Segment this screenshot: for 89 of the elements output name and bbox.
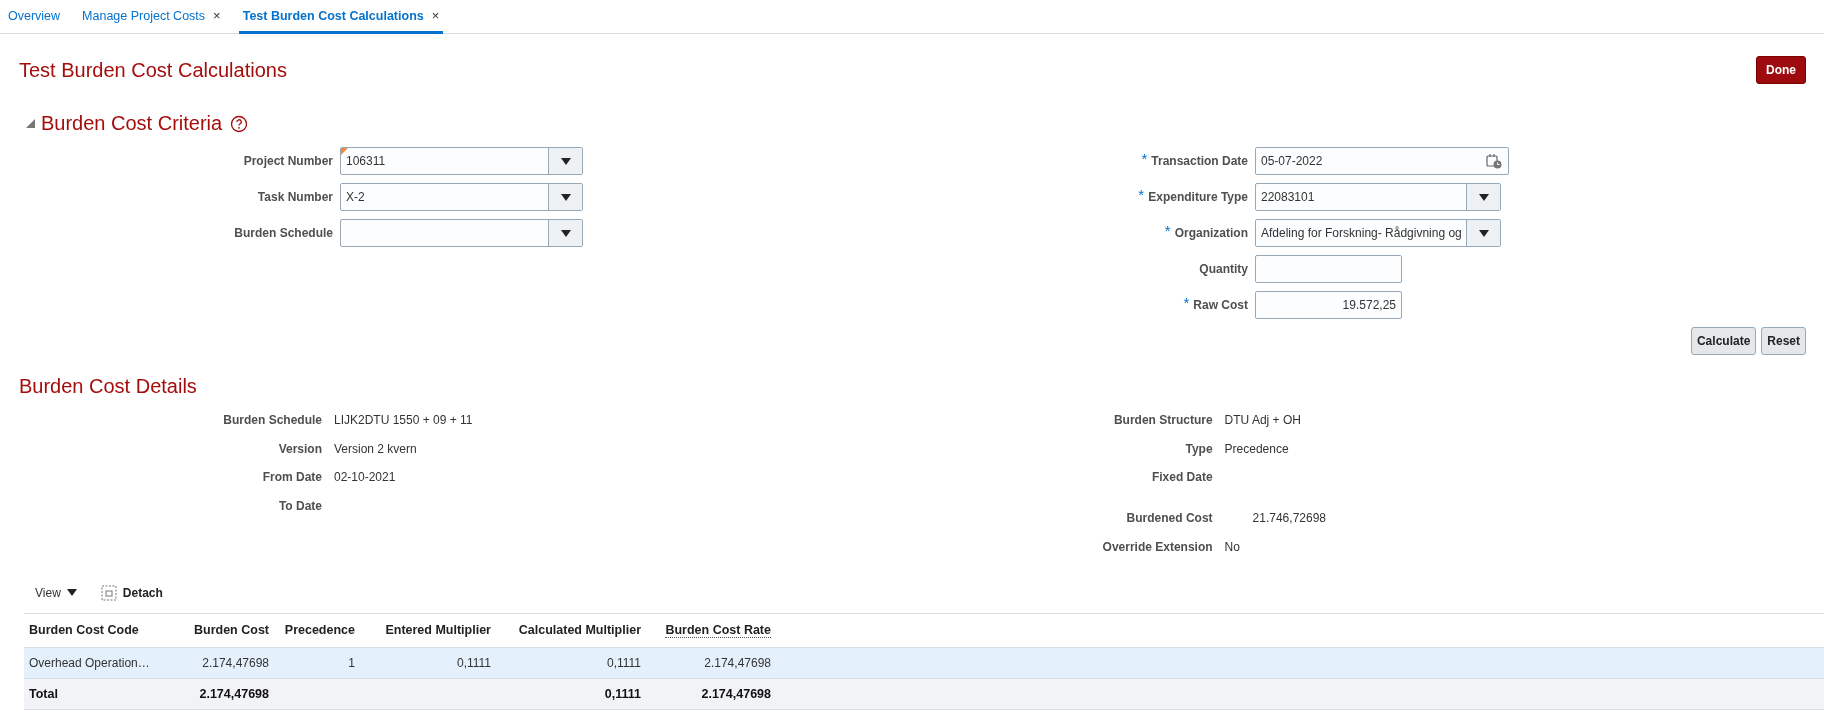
field-label: Organization — [1174, 226, 1248, 240]
table-cell: 0,1111 — [496, 647, 646, 678]
column-header[interactable]: Calculated Multiplier — [496, 613, 646, 647]
detail-value: Precedence — [1224, 440, 1290, 457]
field-label: Raw Cost — [1193, 298, 1248, 312]
table-cell: 1 — [274, 647, 360, 678]
required-mark: * — [1183, 293, 1190, 311]
caret-icon — [560, 157, 571, 165]
detail-value: Version 2 kvern — [334, 440, 418, 457]
table-cell: Overhead Operation… — [24, 647, 159, 678]
table-cell: 2.174,47698 — [646, 647, 776, 678]
detach-button[interactable]: Detach — [100, 584, 163, 601]
caret-icon — [1478, 193, 1489, 201]
field-label: Quantity — [1199, 262, 1248, 276]
table-row[interactable]: Overhead Operation… 2.174,47698 1 0,1111 0,1111 2.174,47698 — [24, 647, 1824, 678]
detail-label: Burdened Cost — [1125, 510, 1213, 526]
tab[interactable]: Test Burden Cost Calculations × — [238, 0, 444, 34]
date-field[interactable]: 05-07-2022 — [1255, 147, 1509, 175]
detail-value: LIJK2DTU 1550 + 09 + 11 — [334, 412, 473, 428]
caret-icon — [560, 229, 571, 237]
table-cell: 0,1111 — [360, 647, 496, 678]
detail-value: DTU Adj + OH — [1224, 412, 1302, 428]
column-header[interactable]: Entered Multiplier — [360, 613, 496, 647]
tab[interactable]: Overview — [4, 0, 65, 34]
calendar-clock-icon — [1486, 153, 1502, 169]
close-icon[interactable]: × — [213, 8, 221, 23]
detail-label: Version — [277, 440, 322, 457]
text-input[interactable]: X-2 — [341, 184, 548, 210]
page-title: Test Burden Cost Calculations — [19, 58, 287, 82]
dropdown-field[interactable]: Afdeling for Forskning- Rådgivning og — [1255, 219, 1501, 247]
total-cell: 2.174,47698 — [646, 678, 776, 709]
dropdown-field[interactable]: 22083101 — [1255, 183, 1501, 211]
detail-label: Burden Schedule — [222, 412, 322, 428]
text-input[interactable]: 05-07-2022 — [1256, 148, 1480, 174]
detail-value: 21.746,72698 — [1251, 510, 1326, 526]
required-mark: * — [1138, 185, 1145, 203]
detail-value: 02-10-2021 — [334, 469, 397, 485]
tab-label: Manage Project Costs — [82, 8, 206, 23]
detail-label: Override Extension — [1101, 538, 1213, 555]
text-input[interactable]: 22083101 — [1256, 184, 1466, 210]
dropdown-button[interactable] — [1466, 220, 1500, 246]
done-button[interactable]: Done — [1756, 56, 1806, 84]
detail-value: No — [1224, 538, 1241, 555]
detail-label: From Date — [261, 469, 322, 485]
tab-label: Overview — [8, 8, 61, 23]
text-input[interactable]: 106311 — [341, 148, 548, 174]
detail-label: Fixed Date — [1150, 469, 1213, 485]
field-label: Expenditure Type — [1148, 190, 1248, 204]
help-icon[interactable] — [230, 114, 249, 133]
detail-label: Type — [1184, 440, 1213, 457]
dropdown-field[interactable]: X-2 — [340, 183, 583, 211]
field-label: Transaction Date — [1151, 154, 1248, 168]
view-menu[interactable]: View — [35, 585, 77, 600]
close-icon[interactable]: × — [431, 8, 440, 23]
dropdown-button[interactable] — [1466, 184, 1500, 210]
detail-label: Burden Structure — [1112, 412, 1213, 428]
tab[interactable]: Manage Project Costs × — [78, 0, 225, 34]
caret-icon — [66, 589, 77, 596]
field-label: Task Number — [257, 190, 333, 204]
total-cell: 0,1111 — [496, 678, 646, 709]
column-header[interactable]: Burden Cost Code — [24, 613, 159, 647]
changed-indicator-icon — [341, 148, 348, 155]
caret-icon — [1478, 229, 1489, 237]
dropdown-button[interactable] — [548, 148, 582, 174]
column-header[interactable]: Burden Cost Rate — [646, 613, 776, 647]
required-mark: * — [1164, 221, 1171, 239]
column-header[interactable]: Precedence — [274, 613, 360, 647]
dropdown-button[interactable] — [548, 220, 582, 246]
action-button[interactable]: Reset — [1761, 327, 1806, 355]
table-cell: 2.174,47698 — [159, 647, 274, 678]
section-title: Burden Cost Criteria — [41, 112, 223, 135]
text-input[interactable]: Afdeling for Forskning- Rådgivning og — [1256, 220, 1466, 246]
dropdown-button[interactable] — [548, 184, 582, 210]
detach-icon — [100, 584, 117, 601]
detail-label: To Date — [277, 497, 322, 514]
required-mark: * — [1141, 149, 1148, 167]
dropdown-field[interactable] — [340, 219, 583, 247]
column-header[interactable]: Burden Cost — [159, 613, 274, 647]
field-label: Burden Schedule — [234, 226, 333, 240]
input-field[interactable]: 19.572,25 — [1256, 292, 1401, 318]
tab-label: Test Burden Cost Calculations — [242, 8, 424, 23]
total-cell: Total — [24, 678, 159, 709]
field-label: Project Number — [243, 154, 333, 168]
caret-icon — [560, 193, 571, 201]
dropdown-field[interactable]: 106311 — [340, 147, 583, 175]
action-button[interactable]: Calculate — [1690, 327, 1757, 355]
collapse-icon[interactable] — [26, 119, 35, 128]
section-title: Burden Cost Details — [19, 375, 198, 398]
total-cell: 2.174,47698 — [159, 678, 274, 709]
